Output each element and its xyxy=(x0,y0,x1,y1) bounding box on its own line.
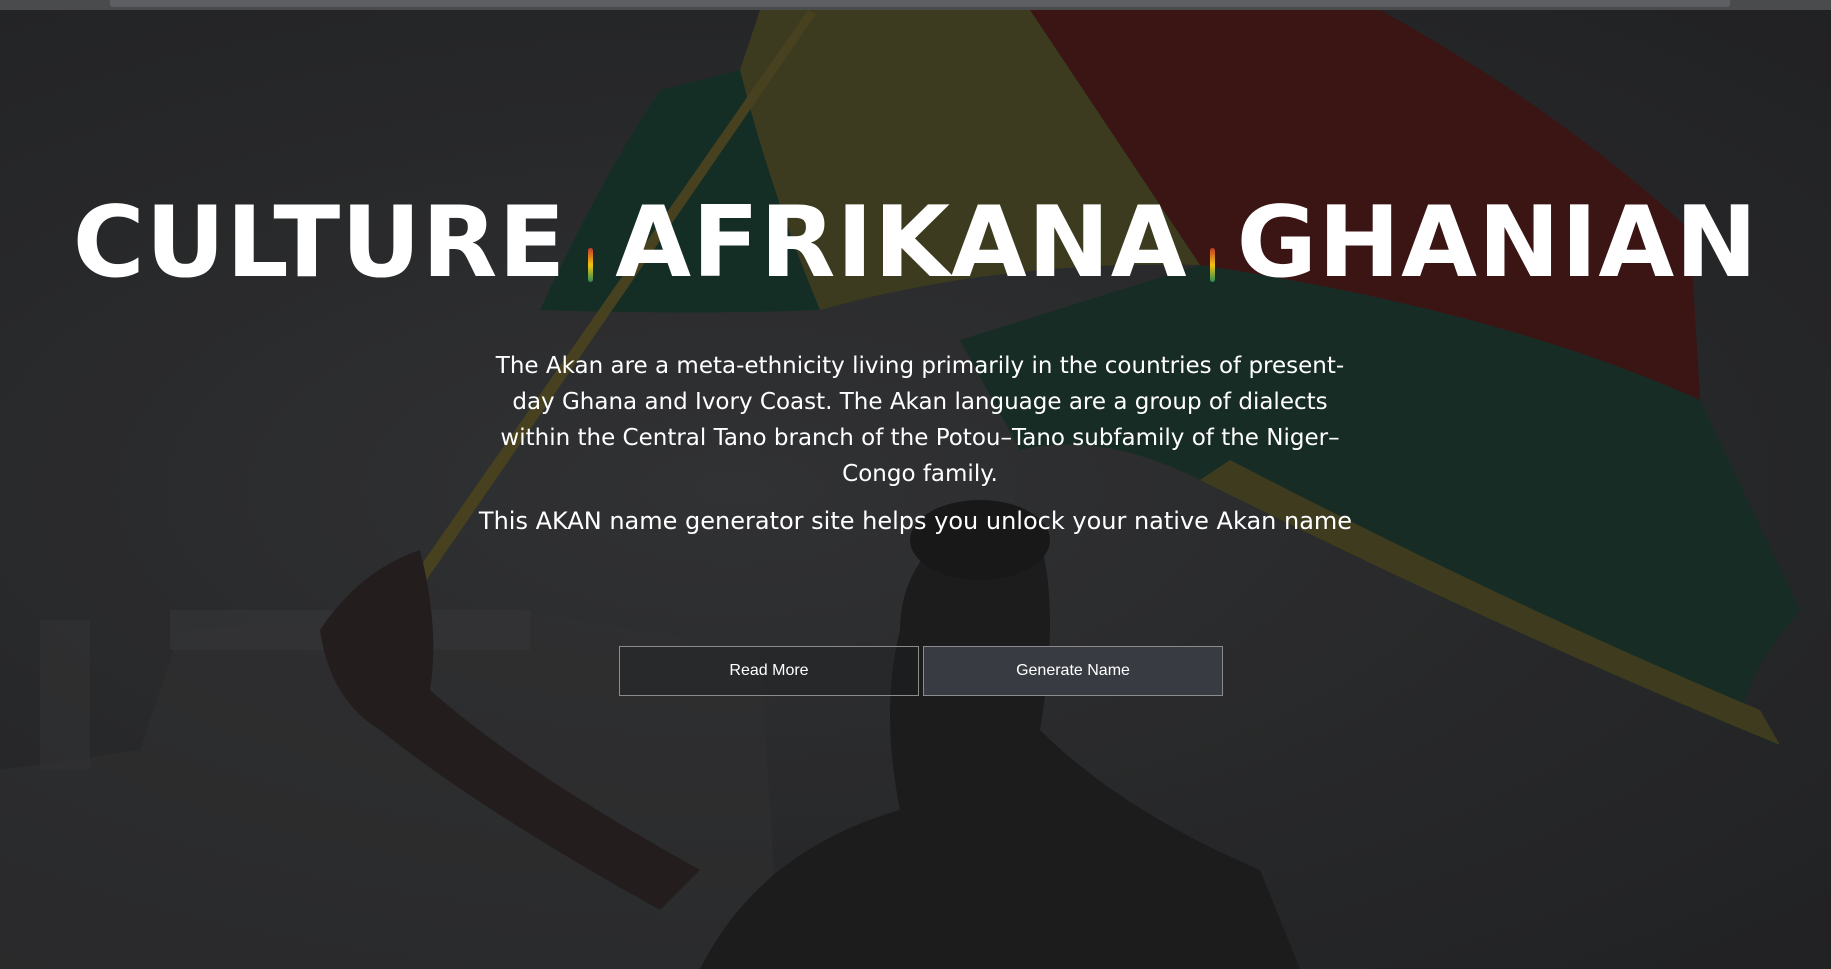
title-word-culture: CULTURE xyxy=(72,186,567,300)
page: CULTURE AFRIKANA GHANIAN The Akan are a me… xyxy=(0,0,1831,969)
read-more-button[interactable]: Read More xyxy=(619,646,919,696)
hero-section: CULTURE AFRIKANA GHANIAN The Akan are a me… xyxy=(0,10,1831,969)
title-word-afrikana: AFRIKANA xyxy=(615,186,1188,300)
hero-tagline: This AKAN name generator site helps you … xyxy=(478,507,1353,535)
hero-title: CULTURE AFRIKANA GHANIAN xyxy=(0,186,1831,300)
flag-divider-icon xyxy=(588,248,594,282)
browser-scrollbar[interactable] xyxy=(0,0,1831,10)
scrollbar-thumb[interactable] xyxy=(110,0,1730,7)
hero-description: The Akan are a meta-ethnicity living pri… xyxy=(495,353,1345,487)
generate-name-button[interactable]: Generate Name xyxy=(923,646,1223,696)
hero-actions: Read More Generate Name xyxy=(619,646,1223,696)
title-word-ghanian: GHANIAN xyxy=(1236,186,1759,300)
flag-divider-icon xyxy=(1209,248,1215,282)
